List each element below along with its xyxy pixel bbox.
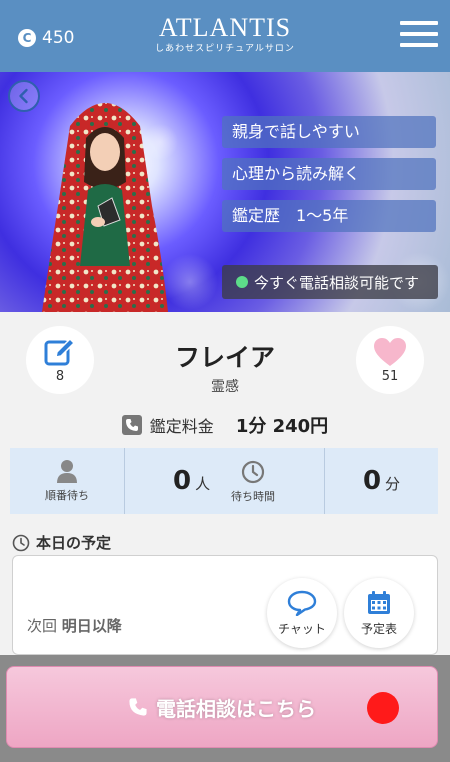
chat-label: チャット	[278, 621, 326, 636]
availability-text: 今すぐ電話相談可能です	[254, 273, 420, 292]
fee-label: 鑑定料金	[149, 417, 214, 436]
chat-bubble-icon	[287, 590, 317, 616]
feature-tag: 心理から読み解く	[222, 158, 436, 190]
fortune-teller-portrait	[42, 103, 168, 312]
phone-icon	[121, 415, 142, 435]
schedule-heading-text: 本日の予定	[36, 534, 112, 552]
next-label: 次回	[27, 617, 58, 635]
next-availability: 次回 明日以降	[27, 615, 122, 636]
call-consultation-button[interactable]: 電話相談はこちら	[6, 666, 438, 748]
clock-icon	[12, 534, 30, 551]
wait-minutes: 0	[362, 466, 382, 496]
brand-subtitle: しあわせスピリチュアルサロン	[155, 44, 295, 54]
favorite-button[interactable]: 51	[356, 326, 424, 394]
hamburger-menu-icon[interactable]	[400, 21, 438, 47]
calendar-label: 予定表	[360, 621, 397, 636]
chat-button[interactable]: チャット	[267, 578, 337, 648]
queue-stat-count: 0 人 待ち時間	[124, 448, 324, 514]
hero-banner: 親身で話しやすい 心理から読み解く 鑑定歴 1〜5年 今すぐ電話相談可能です	[0, 72, 450, 312]
queue-unit: 人	[195, 475, 211, 493]
feature-tags: 親身で話しやすい 心理から読み解く 鑑定歴 1〜5年	[222, 116, 436, 242]
schedule-box: 次回 明日以降 チャット 予定表	[12, 555, 438, 655]
clock-icon	[241, 460, 265, 484]
fee-row: 鑑定料金 1分 240円	[0, 412, 450, 438]
brand-logo[interactable]: ATLANTIS しあわせスピリチュアルサロン	[0, 13, 450, 55]
heart-icon	[374, 337, 406, 366]
queue-stats: 順番待ち 0 人 待ち時間 0 分	[10, 448, 438, 514]
call-button-label: 電話相談はこちら	[156, 696, 316, 721]
feature-tag: 親身で話しやすい	[222, 116, 436, 148]
chevron-left-icon	[19, 88, 28, 104]
wait-label: 待ち時間	[231, 490, 275, 503]
app-header: C 450 ATLANTIS しあわせスピリチュアルサロン	[0, 0, 450, 72]
queue-count: 0	[173, 466, 192, 496]
queue-label: 順番待ち	[45, 489, 89, 502]
calendar-icon	[368, 590, 390, 614]
online-dot-icon	[236, 276, 248, 288]
live-indicator-dot	[367, 692, 399, 724]
availability-status: 今すぐ電話相談可能です	[222, 265, 438, 299]
brand-title: ATLANTIS	[158, 13, 292, 42]
next-value: 明日以降	[61, 617, 122, 635]
calendar-button[interactable]: 予定表	[344, 578, 414, 648]
profile-section: 8 フレイア 霊感 51 鑑定料金 1分 240円	[0, 312, 450, 448]
person-icon	[57, 460, 77, 483]
wait-time-stat: 0 分	[324, 448, 438, 514]
queue-stat-label: 順番待ち	[10, 448, 124, 514]
phone-icon	[129, 698, 147, 716]
back-button[interactable]	[8, 80, 40, 112]
feature-tag: 鑑定歴 1〜5年	[222, 200, 436, 232]
fee-value: 1分 240円	[235, 416, 329, 437]
schedule-heading: 本日の予定	[12, 532, 111, 553]
favorite-count: 51	[381, 368, 399, 384]
wait-unit: 分	[385, 475, 401, 493]
